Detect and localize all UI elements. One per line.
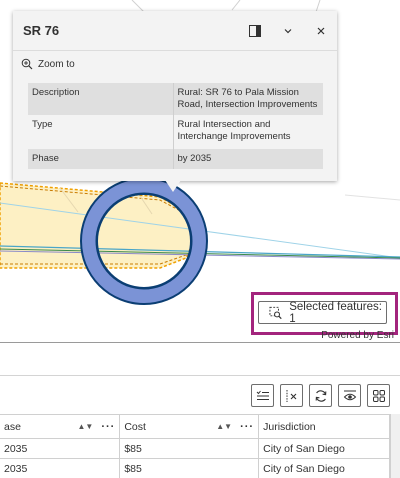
popup-actions [238, 15, 337, 47]
attribute-key: Phase [28, 149, 173, 169]
zoom-to-label: Zoom to [38, 58, 75, 70]
table-header-row: ase ▲▼ ··· Cost ▲▼ ··· Jurisdiction [0, 414, 390, 439]
selected-features-button[interactable]: Selected features: 1 [258, 300, 387, 325]
selection-zoom-icon [269, 306, 282, 319]
feature-table-grid: ase ▲▼ ··· Cost ▲▼ ··· Jurisdiction 2035 [0, 414, 390, 478]
close-icon [317, 27, 324, 34]
attribute-key: Type [28, 115, 173, 149]
sort-icon[interactable]: ▲▼ [216, 422, 232, 431]
layout-icon [372, 389, 385, 402]
column-header-phase[interactable]: ase ▲▼ ··· [0, 414, 121, 439]
table-row[interactable]: 2035 $85 City of San Diego [0, 438, 390, 459]
attribute-row: Description Rural: SR 76 to Pala Mission… [28, 83, 323, 115]
toggle-columns-button[interactable] [338, 384, 361, 407]
feature-table-panel: ase ▲▼ ··· Cost ▲▼ ··· Jurisdiction 2035 [0, 344, 400, 478]
popup-attribute-table: Description Rural: SR 76 to Pala Mission… [28, 83, 323, 169]
sort-icon[interactable]: ▲▼ [77, 422, 93, 431]
popup-header: SR 76 [13, 11, 337, 51]
table-cell: $85 [119, 438, 260, 459]
more-options-icon[interactable]: ··· [101, 421, 115, 433]
feature-popup: SR 76 Zoom to Description Rural: SR 76 t… [13, 11, 337, 181]
toggle-columns-icon [343, 390, 356, 400]
clear-selection-icon [286, 389, 296, 402]
chevron-down-icon [284, 28, 291, 33]
show-selected-icon [256, 390, 269, 400]
selected-features-label: Selected features: 1 [289, 300, 382, 325]
table-cell: 2035 [0, 458, 121, 478]
attribute-value: Rural Intersection and Interchange Impro… [172, 115, 323, 149]
popup-pointer [165, 180, 181, 192]
more-options-icon[interactable]: ··· [240, 421, 254, 433]
refresh-button[interactable] [309, 384, 332, 407]
column-header-label: Jurisdiction [263, 420, 316, 433]
column-header-cost[interactable]: Cost ▲▼ ··· [119, 414, 260, 439]
background-road-line [344, 194, 400, 201]
zoom-in-icon [21, 58, 33, 70]
table-cell: $85 [119, 458, 260, 478]
attribute-value: by 2035 [172, 149, 323, 169]
background-road-line [231, 0, 241, 11]
collapse-button[interactable] [271, 15, 304, 47]
table-row[interactable]: 2035 $85 City of San Diego [0, 458, 390, 478]
table-cell: City of San Diego [258, 438, 390, 459]
show-selected-button[interactable] [251, 384, 274, 407]
column-header-jurisdiction[interactable]: Jurisdiction [258, 414, 390, 439]
table-cell: City of San Diego [258, 458, 390, 478]
table-scrollbar[interactable] [390, 414, 400, 478]
attribute-key: Description [28, 83, 173, 115]
attribute-row: Type Rural Intersection and Interchange … [28, 115, 323, 149]
zoom-to-action[interactable]: Zoom to [13, 53, 337, 75]
dock-button[interactable] [238, 15, 271, 47]
popup-title: SR 76 [23, 23, 60, 38]
refresh-icon [315, 389, 326, 402]
table-cell: 2035 [0, 438, 121, 459]
column-header-label: ase [4, 420, 21, 433]
table-toolbar [251, 384, 390, 407]
panel-divider [0, 375, 400, 376]
column-header-label: Cost [124, 420, 146, 433]
esri-attribution[interactable]: Powered by Esri [321, 330, 394, 341]
attribute-value: Rural: SR 76 to Pala Mission Road, Inter… [172, 83, 323, 115]
clear-selection-button[interactable] [280, 384, 303, 407]
dock-icon [248, 24, 261, 37]
attribute-row: Phase by 2035 [28, 149, 323, 169]
close-button[interactable] [304, 15, 337, 47]
layout-button[interactable] [367, 384, 390, 407]
